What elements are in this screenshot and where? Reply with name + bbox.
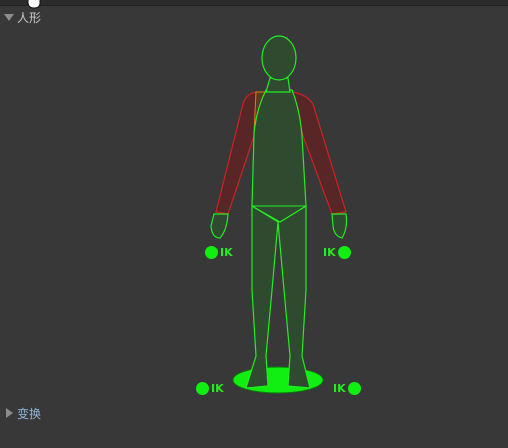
ik-right-foot-label: IK — [333, 382, 346, 395]
ik-left-foot-handle[interactable]: IK — [196, 382, 224, 395]
left-arm-bone[interactable] — [215, 91, 257, 215]
avatar-body-map — [210, 35, 348, 394]
transform-section-header[interactable]: 变换 — [4, 405, 41, 421]
ik-left-foot-label: IK — [211, 382, 224, 395]
collapse-arrow-icon — [6, 408, 13, 418]
ground-disc — [232, 366, 324, 394]
ik-right-hand-handle[interactable]: IK — [323, 246, 351, 259]
left-hand-bone[interactable] — [210, 213, 229, 239]
ik-dot-icon — [347, 382, 361, 395]
ik-left-hand-label: IK — [220, 246, 233, 259]
torso-bone[interactable] — [251, 89, 307, 223]
ik-left-hand-handle[interactable]: IK — [205, 246, 233, 259]
ik-dot-icon — [196, 382, 209, 395]
right-leg-bone[interactable] — [277, 204, 311, 389]
transform-section-label: 变换 — [17, 406, 42, 421]
ik-dot-icon — [205, 246, 218, 259]
ik-dot-icon — [337, 246, 351, 259]
ik-right-foot-handle[interactable]: IK — [333, 382, 361, 395]
head-bone[interactable] — [261, 35, 297, 81]
right-hand-bone[interactable] — [331, 213, 348, 239]
ik-right-hand-label: IK — [323, 246, 336, 259]
left-leg-bone[interactable] — [245, 204, 279, 389]
